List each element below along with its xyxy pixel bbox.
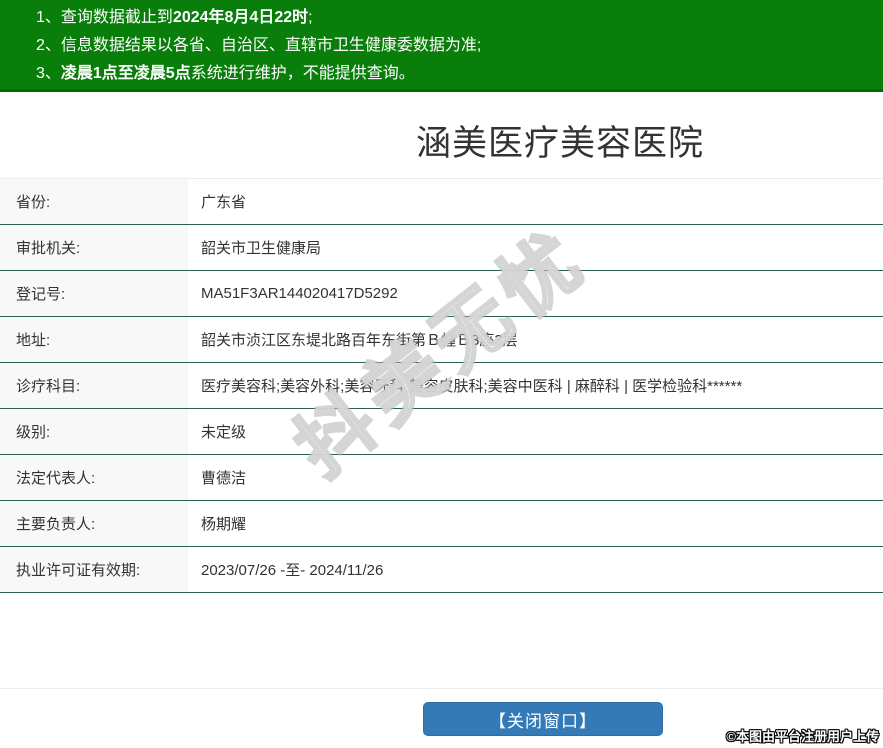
table-row: 审批机关: 韶关市卫生健康局 (0, 225, 883, 271)
copyright-watermark: ©本图由平台注册用户上传 (726, 726, 879, 745)
row-label: 审批机关: (0, 225, 188, 270)
table-row: 地址: 韶关市浈江区东堤北路百年东街第Ｂ幢Ｂ3座3层 (0, 317, 883, 363)
notice-line-text: 查询数据截止到 (61, 9, 173, 26)
info-table: 省份: 广东省 审批机关: 韶关市卫生健康局 登记号: MA51F3AR1440… (0, 178, 883, 593)
row-value: 曹德洁 (188, 455, 883, 500)
row-value: MA51F3AR144020417D5292 (188, 271, 883, 316)
notice-line: 1、查询数据截止到2024年8月4日22时; (36, 4, 873, 32)
notice-line-number: 1、 (36, 9, 61, 26)
notice-line-number: 3、 (36, 65, 61, 82)
notice-line-text: ; (308, 9, 312, 26)
row-value: 杨期耀 (188, 501, 883, 546)
row-value: 未定级 (188, 409, 883, 454)
row-label: 法定代表人: (0, 455, 188, 500)
notice-line-text: 系统进行维护，不能提供查询。 (191, 65, 415, 82)
row-value: 广东省 (188, 179, 883, 224)
notice-line-text: 信息数据结果以各省、自治区、直辖市卫生健康委数据为准; (61, 37, 481, 54)
notice-line-number: 2、 (36, 37, 61, 54)
table-row: 诊疗科目: 医疗美容科;美容外科;美容牙科;美容皮肤科;美容中医科 | 麻醉科 … (0, 363, 883, 409)
table-row: 主要负责人: 杨期耀 (0, 501, 883, 547)
row-label: 省份: (0, 179, 188, 224)
row-label: 诊疗科目: (0, 363, 188, 408)
table-row: 法定代表人: 曹德洁 (0, 455, 883, 501)
title-container: 涵美医疗美容医院 (0, 120, 883, 168)
notice-line: 2、信息数据结果以各省、自治区、直辖市卫生健康委数据为准; (36, 32, 873, 60)
page-title: 涵美医疗美容医院 (0, 120, 883, 168)
row-label: 登记号: (0, 271, 188, 316)
notice-banner: 1、查询数据截止到2024年8月4日22时; 2、信息数据结果以各省、自治区、直… (0, 0, 883, 92)
row-label: 地址: (0, 317, 188, 362)
table-row: 级别: 未定级 (0, 409, 883, 455)
notice-line-bold: 凌晨1点至凌晨5点 (61, 65, 191, 82)
row-value: 2023/07/26 -至- 2024/11/26 (188, 547, 883, 592)
table-row: 执业许可证有效期: 2023/07/26 -至- 2024/11/26 (0, 547, 883, 593)
notice-line: 3、凌晨1点至凌晨5点系统进行维护，不能提供查询。 (36, 60, 873, 88)
notice-line-bold: 2024年8月4日22时 (173, 9, 308, 26)
close-window-button[interactable]: 【关闭窗口】 (423, 702, 663, 736)
row-label: 执业许可证有效期: (0, 547, 188, 592)
row-value: 韶关市卫生健康局 (188, 225, 883, 270)
row-label: 级别: (0, 409, 188, 454)
table-row: 省份: 广东省 (0, 179, 883, 225)
table-row: 登记号: MA51F3AR144020417D5292 (0, 271, 883, 317)
row-label: 主要负责人: (0, 501, 188, 546)
row-value: 韶关市浈江区东堤北路百年东街第Ｂ幢Ｂ3座3层 (188, 317, 883, 362)
content-spacer (0, 593, 883, 688)
row-value: 医疗美容科;美容外科;美容牙科;美容皮肤科;美容中医科 | 麻醉科 | 医学检验… (188, 363, 883, 408)
